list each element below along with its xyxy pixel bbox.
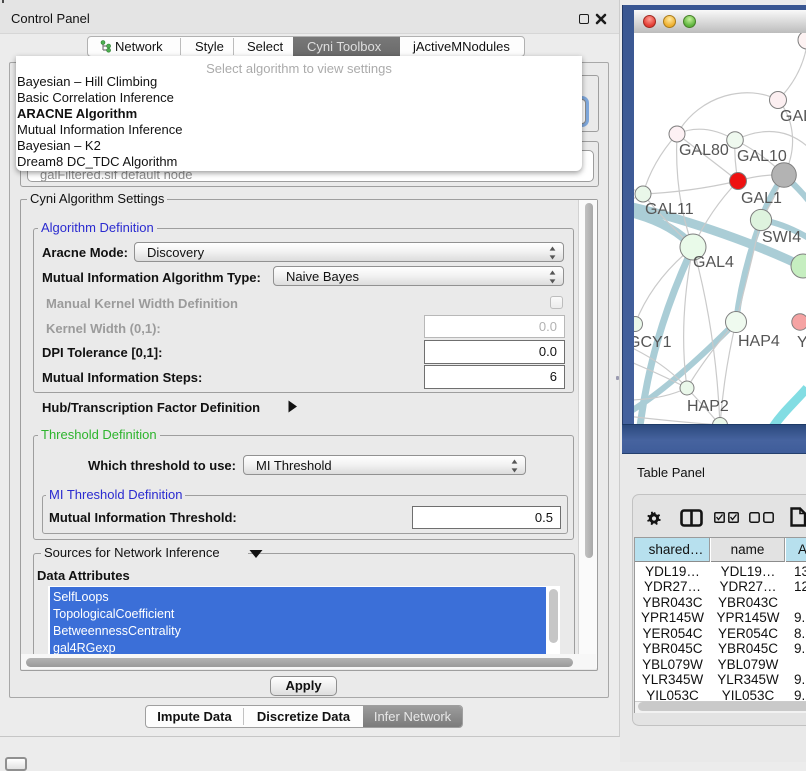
svg-text:HAP4: HAP4 <box>738 333 780 350</box>
svg-text:GAL11: GAL11 <box>645 201 694 218</box>
svg-text:GAL4: GAL4 <box>693 254 734 271</box>
svg-text:GAL1: GAL1 <box>741 190 782 207</box>
svg-text:GCY1: GCY1 <box>634 334 672 351</box>
svg-text:Y: Y <box>797 334 806 351</box>
svg-text:GAL: GAL <box>780 108 806 125</box>
svg-text:HAP2: HAP2 <box>687 398 729 415</box>
svg-text:GAL80: GAL80 <box>679 142 729 159</box>
svg-text:GAL10: GAL10 <box>737 148 787 165</box>
svg-text:SWI4: SWI4 <box>762 229 801 246</box>
